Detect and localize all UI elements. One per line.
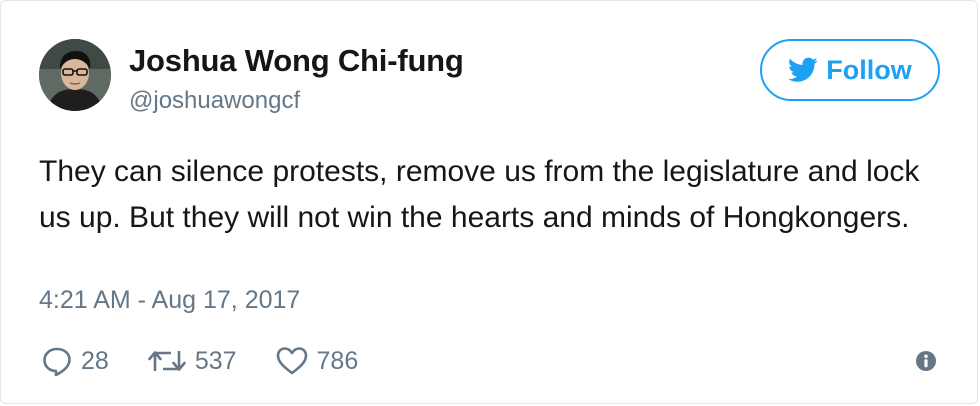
reply-count: 28	[81, 346, 109, 375]
avatar-image	[39, 39, 111, 111]
heart-icon	[276, 347, 307, 375]
author-avatar[interactable]	[39, 39, 111, 111]
retweet-button[interactable]: 537	[147, 345, 237, 377]
author-name[interactable]: Joshua Wong Chi-fung	[129, 43, 464, 79]
reply-button[interactable]: 28	[41, 345, 109, 377]
like-button[interactable]: 786	[275, 345, 359, 377]
author-handle[interactable]: @joshuawongcf	[129, 87, 300, 115]
tweet-text: They can silence protests, remove us fro…	[39, 155, 920, 234]
follow-button[interactable]: Follow	[760, 39, 940, 101]
tweet-timestamp[interactable]: 4:21 AM - Aug 17, 2017	[39, 286, 300, 315]
follow-label: Follow	[826, 54, 912, 85]
tweet-actions: 28 537 786	[41, 341, 396, 381]
retweet-icon	[148, 351, 186, 371]
reply-icon	[43, 347, 71, 377]
tweet-card: Joshua Wong Chi-fung @joshuawongcf Follo…	[0, 0, 978, 404]
info-icon[interactable]	[915, 350, 937, 372]
like-count: 786	[316, 346, 359, 375]
retweet-count: 537	[194, 346, 237, 375]
twitter-bird-icon	[788, 57, 818, 82]
